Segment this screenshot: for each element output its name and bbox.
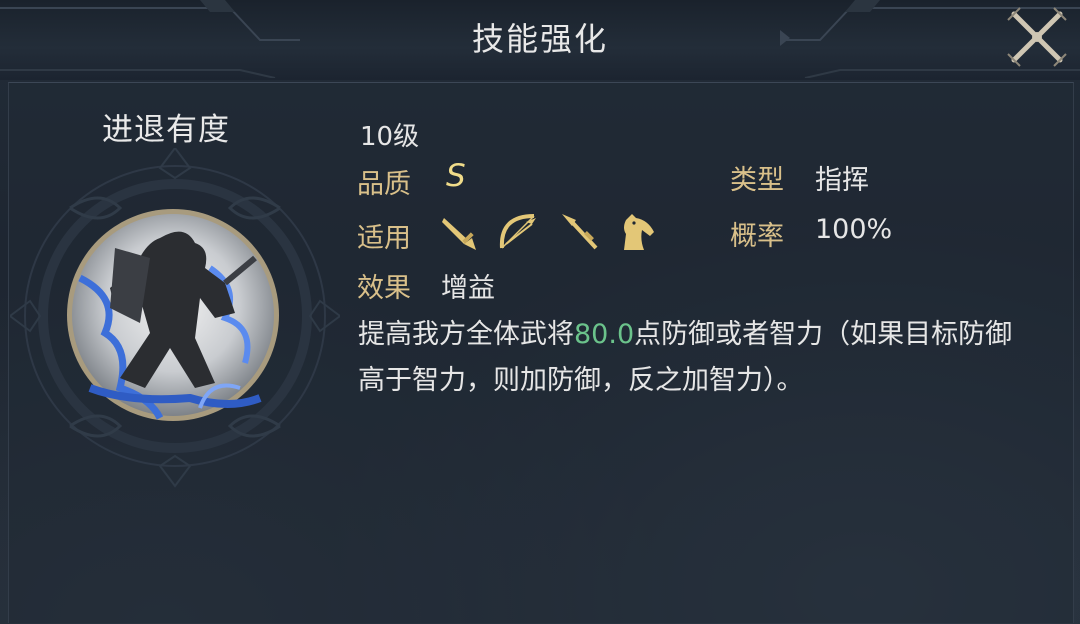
bow-icon bbox=[499, 214, 536, 249]
quality-value: S bbox=[446, 158, 466, 194]
close-crossed-swords-icon[interactable] bbox=[1002, 2, 1072, 72]
rate-value: 100% bbox=[815, 214, 893, 245]
applicable-label: 适用 bbox=[357, 223, 411, 254]
skill-enhance-screen: 技能强化 进退有度 10级 品质 S 类型 指挥 适用 概率 100% 效果 增… bbox=[0, 0, 1080, 624]
skill-level: 10级 bbox=[360, 122, 420, 152]
quality-label: 品质 bbox=[357, 169, 411, 200]
description-highlight-value: 80.0 bbox=[574, 319, 635, 350]
sword-icon bbox=[442, 218, 476, 250]
rate-label: 概率 bbox=[730, 221, 784, 252]
skill-name: 进退有度 bbox=[102, 112, 230, 148]
effect-label: 效果 bbox=[357, 273, 411, 304]
type-value: 指挥 bbox=[815, 165, 869, 196]
warrior-lightning-emblem-icon bbox=[10, 148, 340, 488]
spear-icon bbox=[562, 214, 598, 250]
page-title: 技能强化 bbox=[471, 20, 608, 58]
horse-icon bbox=[624, 214, 654, 250]
skill-description: 提高我方全体武将80.0点防御或者智力（如果目标防御高于智力，则加防御，反之加智… bbox=[358, 312, 1018, 404]
description-text: 提高我方全体武将 bbox=[358, 319, 574, 350]
type-label: 类型 bbox=[730, 165, 784, 196]
effect-value: 增益 bbox=[441, 273, 495, 304]
title-bar: 技能强化 bbox=[0, 0, 1080, 80]
